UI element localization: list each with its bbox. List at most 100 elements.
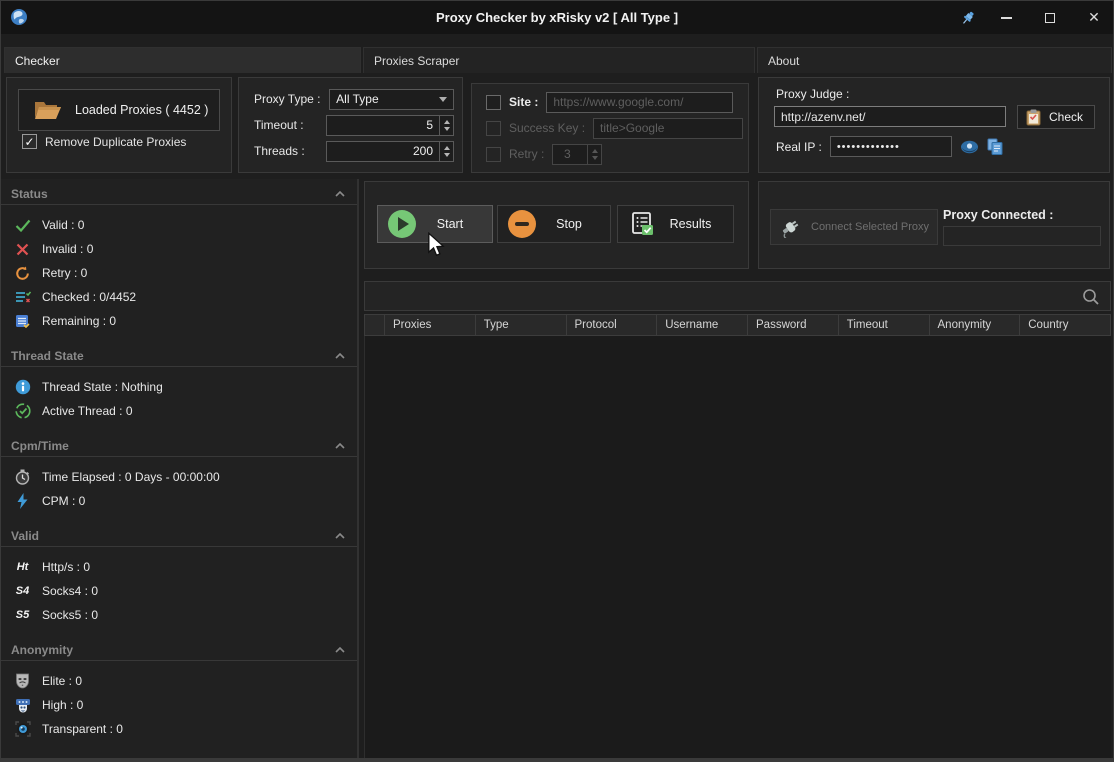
site-checkbox[interactable] xyxy=(486,95,501,110)
proxy-judge-input[interactable] xyxy=(774,106,1006,127)
timeout-stepper[interactable] xyxy=(326,115,440,136)
remaining-list-icon xyxy=(14,313,31,330)
minimize-button[interactable] xyxy=(985,1,1027,34)
proxy-type-dropdown[interactable]: All Type xyxy=(329,89,454,110)
socks5-count: Socks5 : 0 xyxy=(42,608,98,622)
spin-down-icon[interactable] xyxy=(444,127,450,131)
proxy-connected-field[interactable] xyxy=(943,226,1101,246)
load-proxies-label: Loaded Proxies ( 4452 ) xyxy=(75,103,208,117)
remove-duplicates-checkbox[interactable]: ✓ xyxy=(22,134,37,149)
clipboard-icon xyxy=(1026,109,1041,126)
retry-stepper[interactable] xyxy=(552,144,588,165)
remove-duplicates-row[interactable]: ✓ Remove Duplicate Proxies xyxy=(22,134,186,149)
check-judge-button[interactable]: Check xyxy=(1017,105,1095,129)
chevron-up-icon xyxy=(335,191,345,197)
spin-down-icon[interactable] xyxy=(444,153,450,157)
column-protocol[interactable]: Protocol xyxy=(567,315,658,335)
section-header-status[interactable]: Status xyxy=(1,183,357,205)
column-type[interactable]: Type xyxy=(476,315,567,335)
proxy-table-header: Proxies Type Protocol Username Password … xyxy=(364,314,1111,336)
start-button[interactable]: Start xyxy=(377,205,493,243)
socks5-icon: S5 xyxy=(14,607,31,624)
spin-up-icon[interactable] xyxy=(592,149,598,153)
timeout-spin-buttons[interactable] xyxy=(440,115,454,136)
threads-stepper[interactable] xyxy=(326,141,440,162)
spin-up-icon[interactable] xyxy=(444,120,450,124)
start-label: Start xyxy=(416,217,492,231)
section-header-anonymity[interactable]: Anonymity xyxy=(1,639,357,661)
spin-down-icon[interactable] xyxy=(592,156,598,160)
tab-checker[interactable]: Checker xyxy=(4,47,361,73)
section-header-cpm-time[interactable]: Cpm/Time xyxy=(1,435,357,457)
stop-button[interactable]: Stop xyxy=(497,205,611,243)
maximize-button[interactable] xyxy=(1029,1,1071,34)
invalid-x-icon xyxy=(14,241,31,258)
tab-about[interactable]: About xyxy=(757,47,1112,73)
spin-up-icon[interactable] xyxy=(444,146,450,150)
proxy-connected-label: Proxy Connected : xyxy=(943,208,1053,222)
anonymity-section-title: Anonymity xyxy=(11,643,73,657)
section-header-thread-state[interactable]: Thread State xyxy=(1,345,357,367)
proxy-table-body[interactable] xyxy=(364,336,1111,758)
cpm-item: CPM : 0 xyxy=(1,489,357,513)
valid-section-title: Valid xyxy=(11,529,39,543)
thread-section-title: Thread State xyxy=(11,349,84,363)
invalid-count: Invalid : 0 xyxy=(42,242,93,256)
search-icon[interactable] xyxy=(1082,288,1100,309)
chevron-up-icon xyxy=(335,647,345,653)
plug-icon xyxy=(779,216,803,238)
chevron-up-icon xyxy=(335,353,345,359)
transparent-count: Transparent : 0 xyxy=(42,722,123,736)
valid-check-icon xyxy=(14,217,31,234)
success-key-input[interactable] xyxy=(593,118,743,139)
pin-icon[interactable] xyxy=(947,1,989,34)
socks4-count: Socks4 : 0 xyxy=(42,584,98,598)
https-icon: Ht xyxy=(14,559,31,576)
stopwatch-icon xyxy=(14,469,31,486)
show-real-ip-button[interactable] xyxy=(960,140,979,154)
success-key-checkbox[interactable] xyxy=(486,121,501,136)
active-thread-item: Active Thread : 0 xyxy=(1,399,357,423)
retry-checkbox[interactable] xyxy=(486,147,501,162)
info-icon xyxy=(14,379,31,396)
proxy-type-label: Proxy Type : xyxy=(254,92,329,106)
retry-spin-buttons[interactable] xyxy=(588,144,602,165)
success-key-label: Success Key : xyxy=(509,121,585,135)
close-button[interactable]: ✕ xyxy=(1073,1,1114,34)
column-anonymity[interactable]: Anonymity xyxy=(930,315,1021,335)
proxy-type-value: All Type xyxy=(336,92,378,106)
threads-spin-buttons[interactable] xyxy=(440,141,454,162)
column-password[interactable]: Password xyxy=(748,315,839,335)
checked-count: Checked : 0/4452 xyxy=(42,290,136,304)
socks5-item: S5 Socks5 : 0 xyxy=(1,603,357,627)
status-remaining-item: Remaining : 0 xyxy=(1,309,357,333)
status-invalid-item: Invalid : 0 xyxy=(1,237,357,261)
copy-real-ip-button[interactable] xyxy=(987,138,1003,155)
chevron-up-icon xyxy=(335,533,345,539)
title-bar[interactable]: Proxy Checker by xRisky v2 [ All Type ] … xyxy=(1,1,1113,34)
site-input[interactable] xyxy=(546,92,733,113)
timeout-label: Timeout : xyxy=(254,118,326,132)
cpm-section-title: Cpm/Time xyxy=(11,439,69,453)
cpm-value: CPM : 0 xyxy=(42,494,85,508)
column-country[interactable]: Country xyxy=(1020,315,1110,335)
results-button[interactable]: Results xyxy=(617,205,734,243)
section-header-valid[interactable]: Valid xyxy=(1,525,357,547)
retry-label: Retry : xyxy=(509,147,544,161)
load-proxies-button[interactable]: Loaded Proxies ( 4452 ) xyxy=(18,89,220,131)
loader-panel: Loaded Proxies ( 4452 ) ✓ Remove Duplica… xyxy=(6,77,232,173)
connect-selected-proxy-label: Connect Selected Proxy xyxy=(811,221,929,233)
column-proxies[interactable]: Proxies xyxy=(385,315,476,335)
site-panel: Site : Success Key : Retry : xyxy=(471,83,749,173)
search-bar[interactable] xyxy=(364,281,1111,311)
socks4-icon: S4 xyxy=(14,583,31,600)
actions-panel: Start Stop Results xyxy=(364,181,749,269)
tab-proxies-scraper[interactable]: Proxies Scraper xyxy=(363,47,755,73)
chevron-up-icon xyxy=(335,443,345,449)
connect-selected-proxy-button[interactable]: Connect Selected Proxy xyxy=(770,209,938,245)
column-username[interactable]: Username xyxy=(657,315,748,335)
transparent-eye-icon xyxy=(14,721,31,738)
high-count: High : 0 xyxy=(42,698,83,712)
column-timeout[interactable]: Timeout xyxy=(839,315,930,335)
real-ip-field[interactable] xyxy=(830,136,952,157)
